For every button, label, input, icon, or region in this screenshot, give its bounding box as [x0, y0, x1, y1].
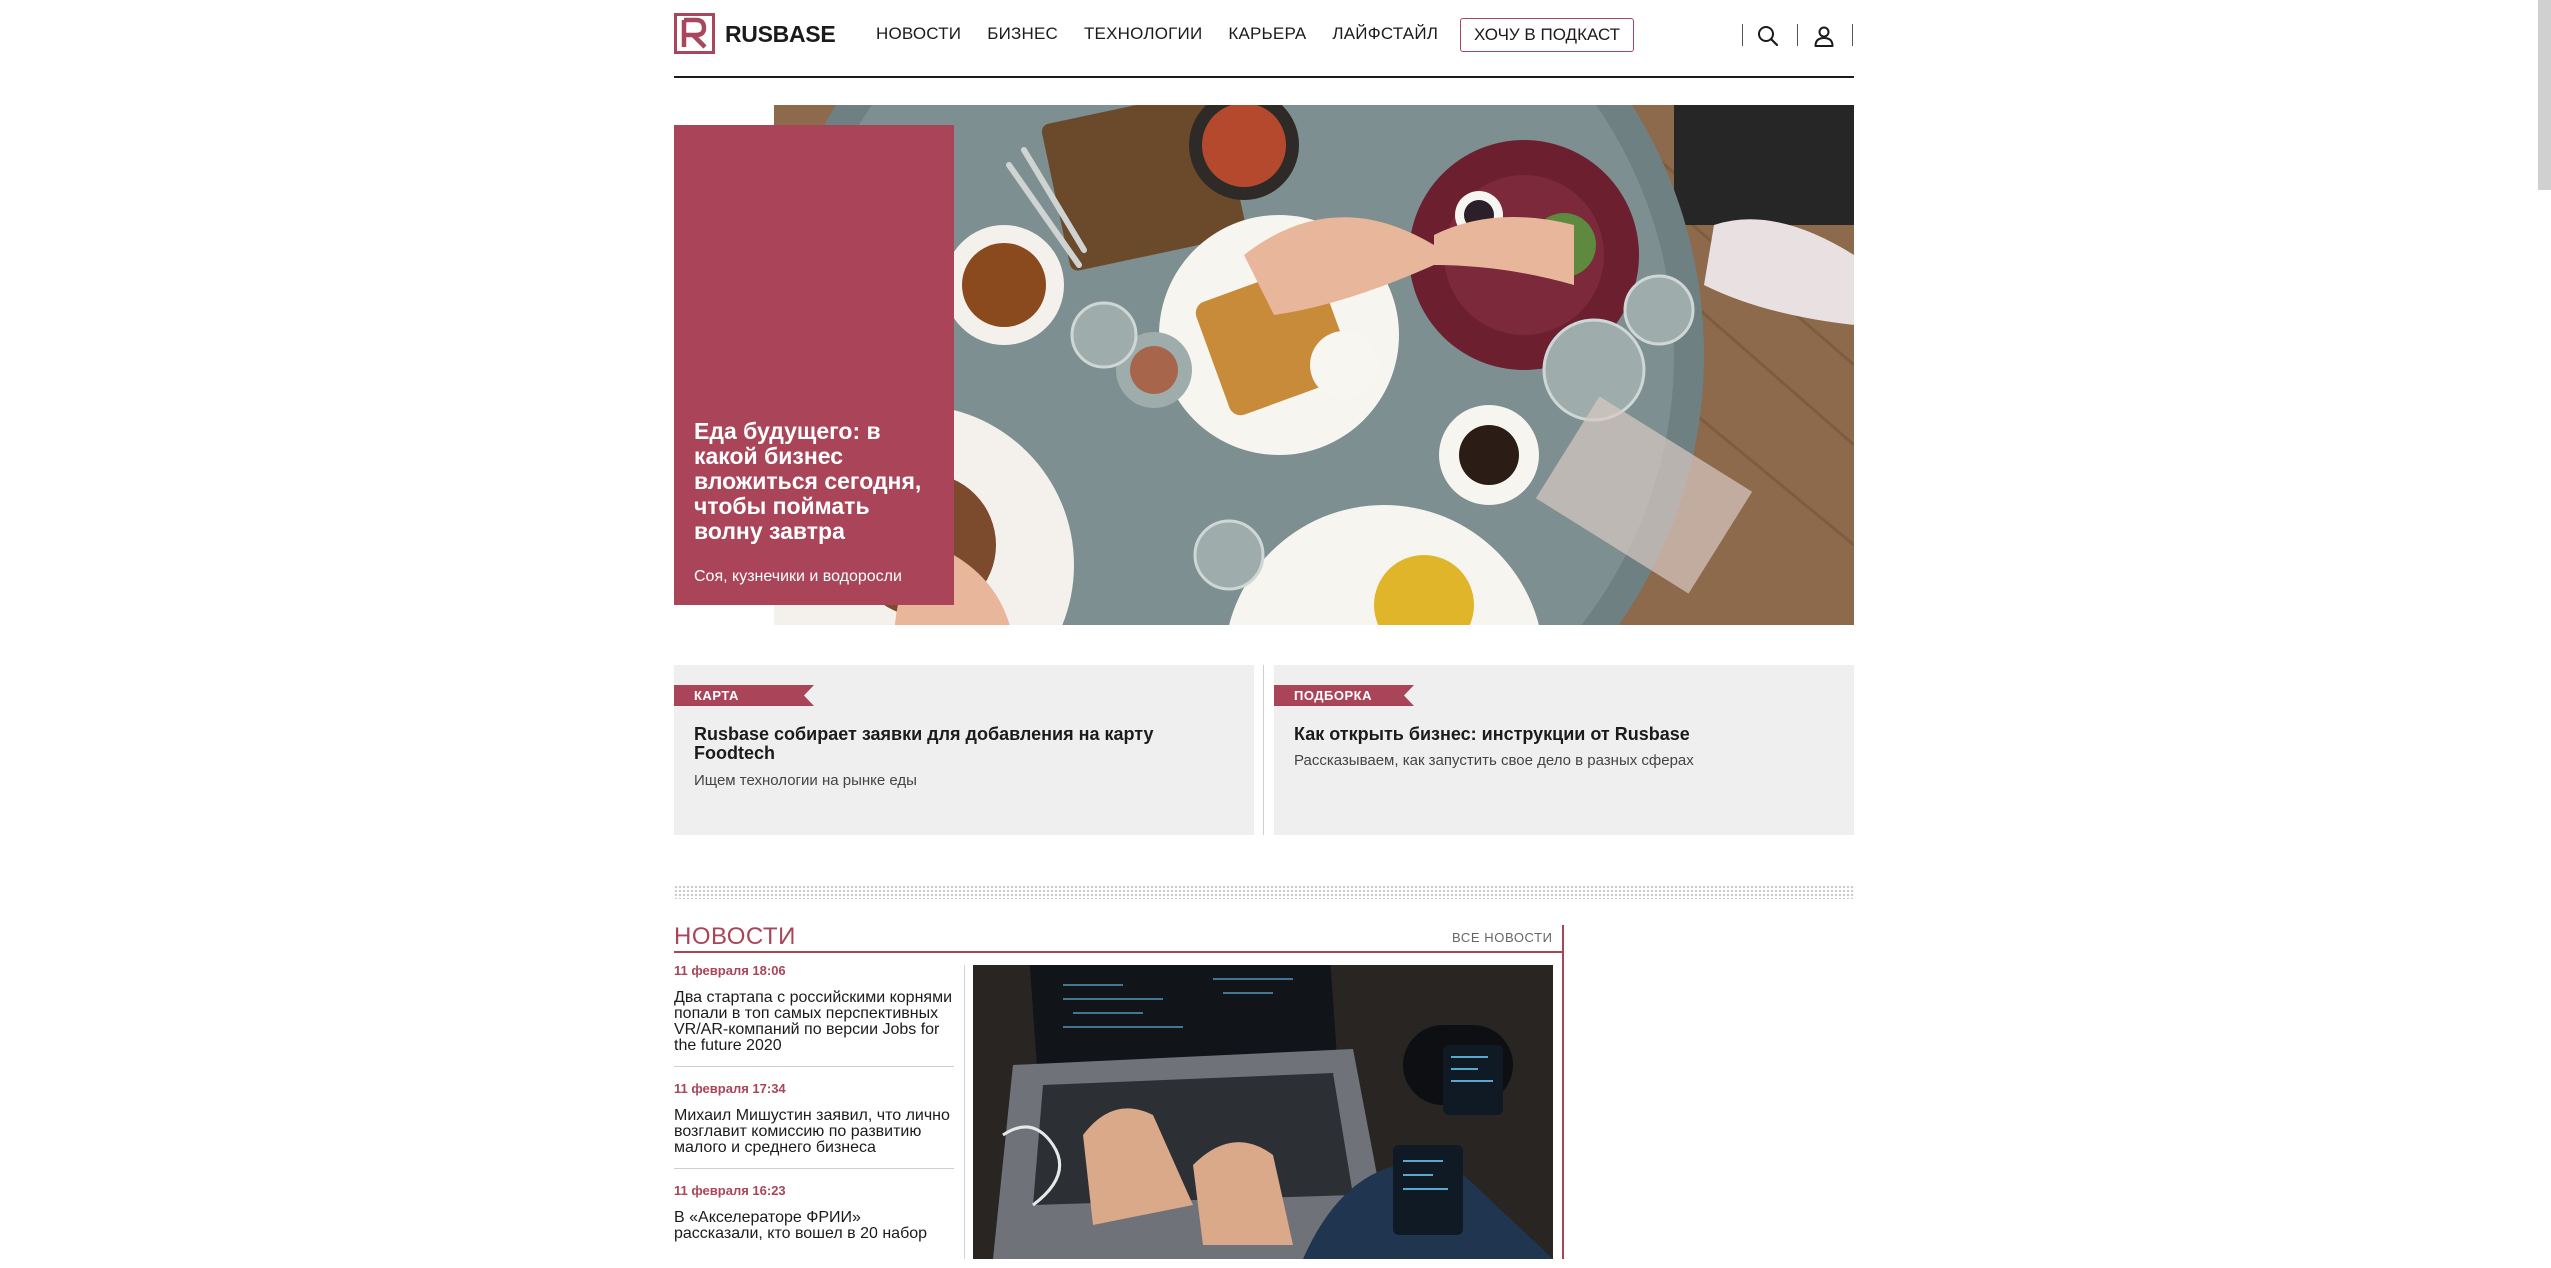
- section-divider-pattern: [674, 885, 1854, 899]
- news-item[interactable]: 11 февраля 17:34 Михаил Мишустин заявил,…: [674, 1081, 954, 1169]
- promo-title[interactable]: Rusbase собирает заявки для добавления н…: [694, 725, 1214, 763]
- hero-title[interactable]: Еда будущего: в какой бизнес вложиться с…: [694, 419, 934, 544]
- user-icon[interactable]: [1812, 24, 1836, 48]
- news-right-border: [1562, 925, 1564, 1259]
- nav-item-news[interactable]: НОВОСТИ: [876, 24, 961, 44]
- main-nav: НОВОСТИ БИЗНЕС ТЕХНОЛОГИИ КАРЬЕРА ЛАЙФСТ…: [876, 16, 1438, 52]
- promo-card-map[interactable]: КАРТА Rusbase собирает заявки для добавл…: [674, 665, 1254, 835]
- news-column-divider: [964, 965, 965, 1259]
- news-section-heading: НОВОСТИ: [674, 923, 796, 950]
- news-date: 11 февраля 17:34: [674, 1081, 786, 1096]
- news-item[interactable]: 11 февраля 16:23 В «Акселераторе ФРИИ» р…: [674, 1183, 954, 1254]
- hero-card[interactable]: Еда будущего: в какой бизнес вложиться с…: [674, 125, 954, 605]
- news-date: 11 февраля 18:06: [674, 963, 786, 978]
- header-divider: [1742, 24, 1743, 46]
- header-rule: [674, 76, 1854, 78]
- header-divider: [1797, 24, 1798, 46]
- search-icon[interactable]: [1756, 24, 1780, 48]
- page-scrollbar[interactable]: [2538, 0, 2551, 190]
- brand-name[interactable]: RUSBASE: [725, 20, 836, 48]
- all-news-link[interactable]: ВСЕ НОВОСТИ: [1452, 930, 1553, 945]
- rusbase-logo-icon[interactable]: [674, 13, 715, 54]
- nav-item-lifestyle[interactable]: ЛАЙФСТАЙЛ: [1332, 24, 1438, 44]
- news-title[interactable]: Михаил Мишустин заявил, что лично возгла…: [674, 1108, 954, 1156]
- news-date: 11 февраля 16:23: [674, 1183, 786, 1198]
- promo-tag: КАРТА: [674, 685, 814, 706]
- podcast-button[interactable]: ХОЧУ В ПОДКАСТ: [1460, 18, 1634, 52]
- news-list: 11 февраля 18:06 Два стартапа с российск…: [674, 963, 954, 1268]
- promo-card-collection[interactable]: ПОДБОРКА Как открыть бизнес: инструкции …: [1274, 665, 1854, 835]
- promo-subtitle: Рассказываем, как запустить свое дело в …: [1294, 752, 1694, 769]
- hero-subtitle: Соя, кузнечики и водоросли: [694, 568, 902, 585]
- news-heading-rule: [674, 951, 1563, 953]
- news-title[interactable]: Два стартапа с российскими корнями попал…: [674, 990, 954, 1054]
- header-divider: [1852, 24, 1853, 46]
- promo-subtitle: Ищем технологии на рынке еды: [694, 772, 917, 789]
- news-item[interactable]: 11 февраля 18:06 Два стартапа с российск…: [674, 963, 954, 1067]
- promo-tag: ПОДБОРКА: [1274, 685, 1414, 706]
- nav-item-technology[interactable]: ТЕХНОЛОГИИ: [1084, 24, 1202, 44]
- promo-title[interactable]: Как открыть бизнес: инструкции от Rusbas…: [1294, 725, 1814, 744]
- promo-divider: [1263, 665, 1264, 835]
- nav-item-business[interactable]: БИЗНЕС: [987, 24, 1058, 44]
- news-title[interactable]: В «Акселераторе ФРИИ» рассказали, кто во…: [674, 1210, 954, 1242]
- nav-item-career[interactable]: КАРЬЕРА: [1228, 24, 1306, 44]
- news-feature-image[interactable]: [973, 965, 1553, 1259]
